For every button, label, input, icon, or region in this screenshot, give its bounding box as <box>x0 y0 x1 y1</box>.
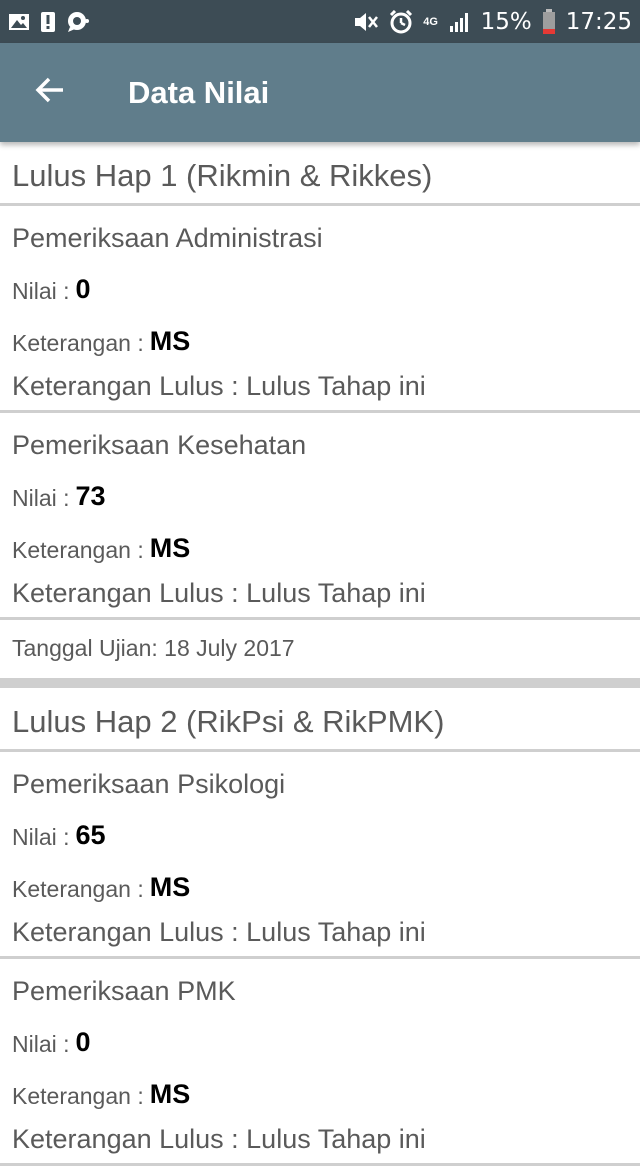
keterangan-lulus: Keterangan Lulus : Lulus Tahap ini <box>0 1116 640 1166</box>
nilai-label: Nilai : <box>12 824 70 850</box>
nilai-row: Nilai : 0 <box>0 1012 640 1064</box>
mute-icon <box>353 11 379 33</box>
exam-item: Pemeriksaan Psikologi Nilai : 65 Keteran… <box>0 752 640 959</box>
network-4g-icon: 4G <box>423 15 438 28</box>
exam-name: Pemeriksaan Kesehatan <box>12 430 307 460</box>
stage-card: Lulus Hap 2 (RikPsi & RikPMK) Pemeriksaa… <box>0 688 640 1166</box>
stage-card: Lulus Hap 1 (Rikmin & Rikkes) Pemeriksaa… <box>0 142 640 672</box>
nilai-value: 0 <box>75 1027 91 1057</box>
status-bar: 4G 15% 17:25 <box>0 0 640 43</box>
keterangan-label: Keterangan : <box>12 330 144 356</box>
back-button[interactable] <box>20 63 80 123</box>
alarm-icon <box>389 9 413 34</box>
nilai-row: Nilai : 65 <box>0 805 640 857</box>
keterangan-value: MS <box>149 1079 191 1109</box>
keterangan-row: Keterangan : MS <box>0 857 640 909</box>
nilai-value: 65 <box>75 820 106 850</box>
arrow-back-icon <box>34 74 66 111</box>
battery-percent: 15% <box>480 8 532 35</box>
gallery-icon <box>8 12 30 32</box>
status-right-icons: 4G 15% 17:25 <box>353 8 632 35</box>
chat-icon <box>66 11 90 33</box>
page-title: Data Nilai <box>128 74 270 110</box>
keterangan-value: MS <box>149 872 191 902</box>
keterangan-row: Keterangan : MS <box>0 1064 640 1116</box>
signal-icon <box>449 11 471 33</box>
status-time: 17:25 <box>565 8 632 35</box>
keterangan-label: Keterangan : <box>12 876 144 902</box>
section-divider <box>0 678 640 688</box>
keterangan-value: MS <box>149 533 191 563</box>
nilai-label: Nilai : <box>12 485 70 511</box>
keterangan-label: Keterangan : <box>12 537 144 563</box>
keterangan-value: MS <box>149 326 191 356</box>
keterangan-lulus: Keterangan Lulus : Lulus Tahap ini <box>0 909 640 959</box>
exam-name: Pemeriksaan Psikologi <box>12 769 286 799</box>
exam-name: Pemeriksaan PMK <box>12 976 236 1006</box>
nilai-label: Nilai : <box>12 1031 70 1057</box>
nilai-row: Nilai : 73 <box>0 466 640 518</box>
exam-item: Pemeriksaan PMK Nilai : 0 Keterangan : M… <box>0 959 640 1166</box>
status-left-icons <box>8 11 90 33</box>
battery-icon <box>542 8 556 35</box>
nilai-row: Nilai : 0 <box>0 259 640 311</box>
nilai-value: 73 <box>75 481 106 511</box>
keterangan-label: Keterangan : <box>12 1083 144 1109</box>
exam-name: Pemeriksaan Administrasi <box>12 223 323 253</box>
content-list[interactable]: Lulus Hap 1 (Rikmin & Rikkes) Pemeriksaa… <box>0 142 640 1166</box>
tanggal-ujian: Tanggal Ujian: 18 July 2017 <box>12 635 295 661</box>
alert-icon <box>40 11 56 33</box>
keterangan-lulus: Keterangan Lulus : Lulus Tahap ini <box>0 570 640 620</box>
stage-title: Lulus Hap 2 (RikPsi & RikPMK) <box>0 688 640 752</box>
exam-item: Pemeriksaan Kesehatan Nilai : 73 Keteran… <box>0 413 640 620</box>
keterangan-lulus: Keterangan Lulus : Lulus Tahap ini <box>0 363 640 413</box>
keterangan-row: Keterangan : MS <box>0 311 640 363</box>
nilai-label: Nilai : <box>12 278 70 304</box>
stage-title: Lulus Hap 1 (Rikmin & Rikkes) <box>0 142 640 206</box>
exam-item: Pemeriksaan Administrasi Nilai : 0 Keter… <box>0 206 640 413</box>
nilai-value: 0 <box>75 274 91 304</box>
app-bar: Data Nilai <box>0 43 640 142</box>
keterangan-row: Keterangan : MS <box>0 518 640 570</box>
